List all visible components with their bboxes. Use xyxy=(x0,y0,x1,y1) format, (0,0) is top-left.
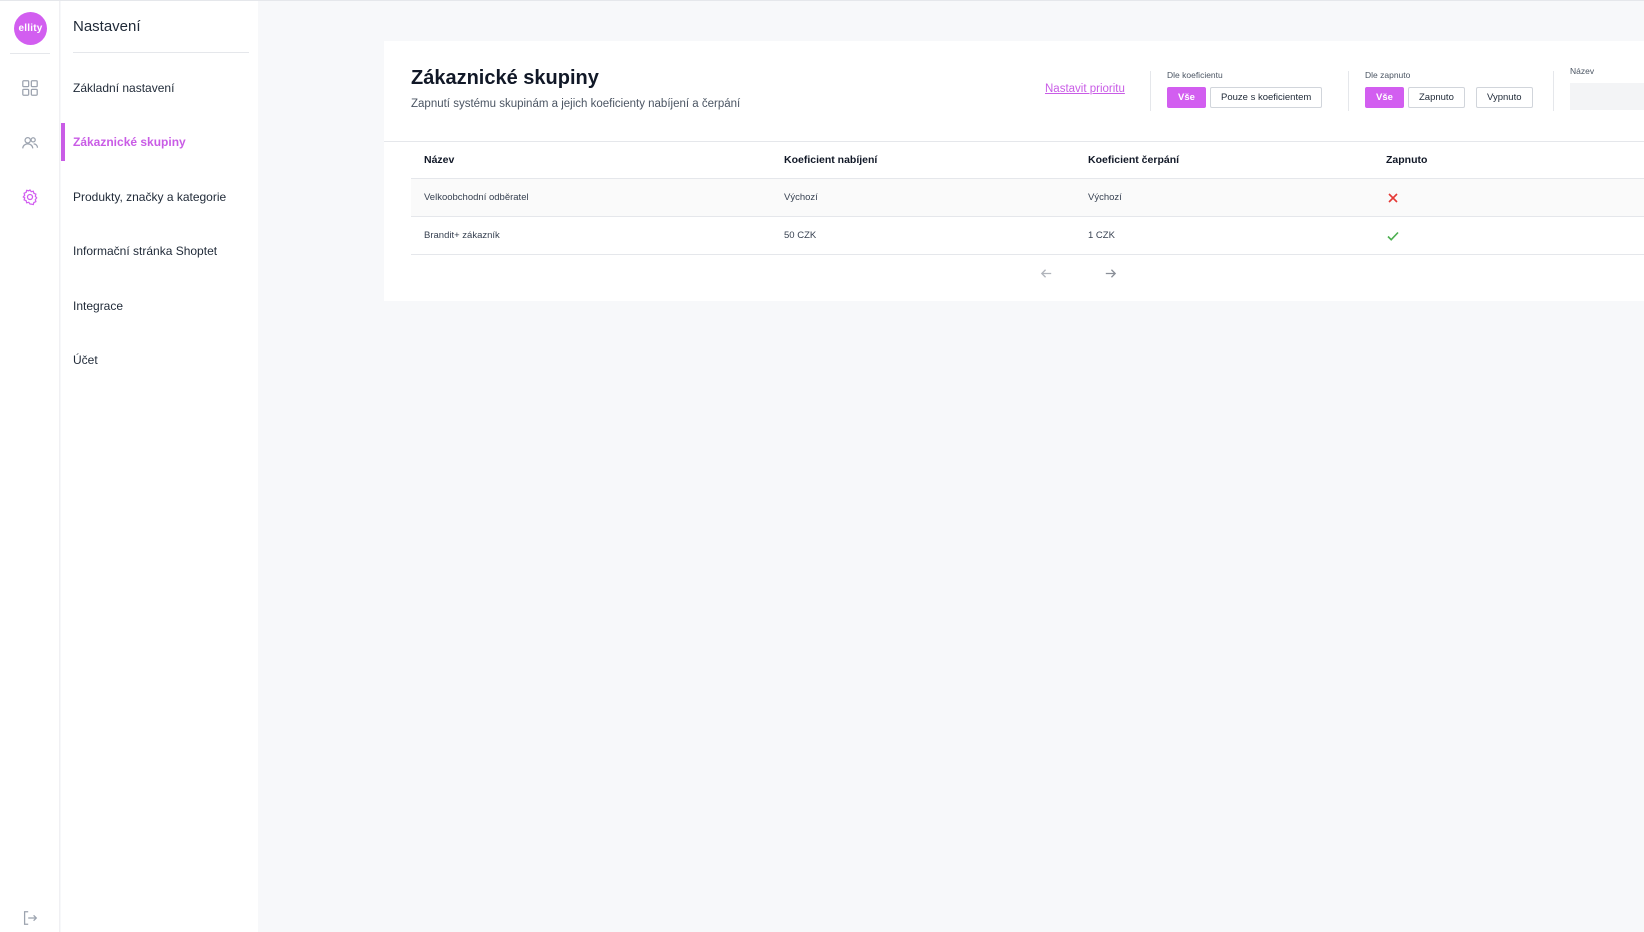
disabled-x-icon xyxy=(1386,179,1400,216)
group-name: Velkoobchodní odběratel xyxy=(424,192,529,203)
sidebar-title: Nastavení xyxy=(73,18,141,35)
name-filter-input[interactable] xyxy=(1570,83,1644,110)
enabled-filter-label: Dle zapnuto xyxy=(1365,70,1411,80)
coefficient-filter-label: Dle koeficientu xyxy=(1167,70,1223,80)
group-name: Brandit+ zákazník xyxy=(424,230,500,241)
enabled-filter-on[interactable]: Zapnuto xyxy=(1408,87,1465,108)
enabled-filter-off[interactable]: Vypnuto xyxy=(1476,87,1533,108)
filter-separator xyxy=(1553,71,1554,111)
spend-coefficient: 1 CZK xyxy=(1088,230,1115,241)
app-window: ellity Nastavení Základní nastavení Záka… xyxy=(0,0,1644,932)
charge-coefficient: 50 CZK xyxy=(784,230,817,241)
table-row[interactable]: Brandit+ zákazník 50 CZK 1 CZK xyxy=(411,217,1644,255)
previous-page-arrow-icon[interactable] xyxy=(1039,263,1054,283)
name-filter-label: Název xyxy=(1570,66,1595,76)
column-header-spend-coefficient[interactable]: Koeficient čerpání xyxy=(1088,142,1179,178)
sidebar-item-integrace[interactable]: Integrace xyxy=(61,287,258,325)
customer-groups-table: Název Koeficient nabíjení Koeficient čer… xyxy=(411,142,1644,255)
coefficient-filter-only-with[interactable]: Pouze s koeficientem xyxy=(1210,87,1323,108)
table-row[interactable]: Velkoobchodní odběratel Výchozí Výchozí xyxy=(411,179,1644,217)
page-subtitle: Zapnutí systému skupinám a jejich koefic… xyxy=(411,98,741,110)
column-header-enabled[interactable]: Zapnuto xyxy=(1386,142,1427,178)
charge-coefficient: Výchozí xyxy=(784,192,818,203)
sidebar-item-zakaznicke-skupiny[interactable]: Zákaznické skupiny xyxy=(61,123,258,161)
brand-logo[interactable]: ellity xyxy=(14,12,47,45)
enabled-check-icon xyxy=(1386,217,1400,254)
spend-coefficient: Výchozí xyxy=(1088,192,1122,203)
filter-separator xyxy=(1348,71,1349,111)
customer-groups-card: Zákaznické skupiny Zapnutí systému skupi… xyxy=(384,41,1644,301)
card-header: Zákaznické skupiny Zapnutí systému skupi… xyxy=(384,41,1644,141)
settings-sidebar: Nastavení Základní nastavení Zákaznické … xyxy=(61,1,258,932)
page-title: Zákaznické skupiny xyxy=(411,67,599,89)
set-priority-link[interactable]: Nastavit prioritu xyxy=(1045,83,1125,95)
column-header-charge-coefficient[interactable]: Koeficient nabíjení xyxy=(784,142,877,178)
next-page-arrow-icon[interactable] xyxy=(1103,263,1118,283)
filter-separator xyxy=(1150,71,1151,111)
settings-icon[interactable] xyxy=(20,187,40,207)
column-header-name[interactable]: Název xyxy=(424,142,454,178)
logo-text: ellity xyxy=(18,23,43,34)
rail-divider xyxy=(10,53,50,54)
sidebar-divider xyxy=(73,52,249,53)
sidebar-item-zakladni-nastaveni[interactable]: Základní nastavení xyxy=(61,69,258,107)
sidebar-item-ucet[interactable]: Účet xyxy=(61,341,258,379)
icon-rail: ellity xyxy=(0,1,60,932)
users-icon[interactable] xyxy=(20,133,40,153)
logout-icon[interactable] xyxy=(20,908,40,928)
sidebar-item-produkty[interactable]: Produkty, značky a kategorie xyxy=(61,178,258,216)
enabled-filter-all[interactable]: Vše xyxy=(1365,87,1404,108)
dashboard-icon[interactable] xyxy=(20,78,40,98)
coefficient-filter-all[interactable]: Vše xyxy=(1167,87,1206,108)
table-header-row: Název Koeficient nabíjení Koeficient čer… xyxy=(411,142,1644,179)
sidebar-item-informacni-stranka[interactable]: Informační stránka Shoptet xyxy=(61,232,258,270)
